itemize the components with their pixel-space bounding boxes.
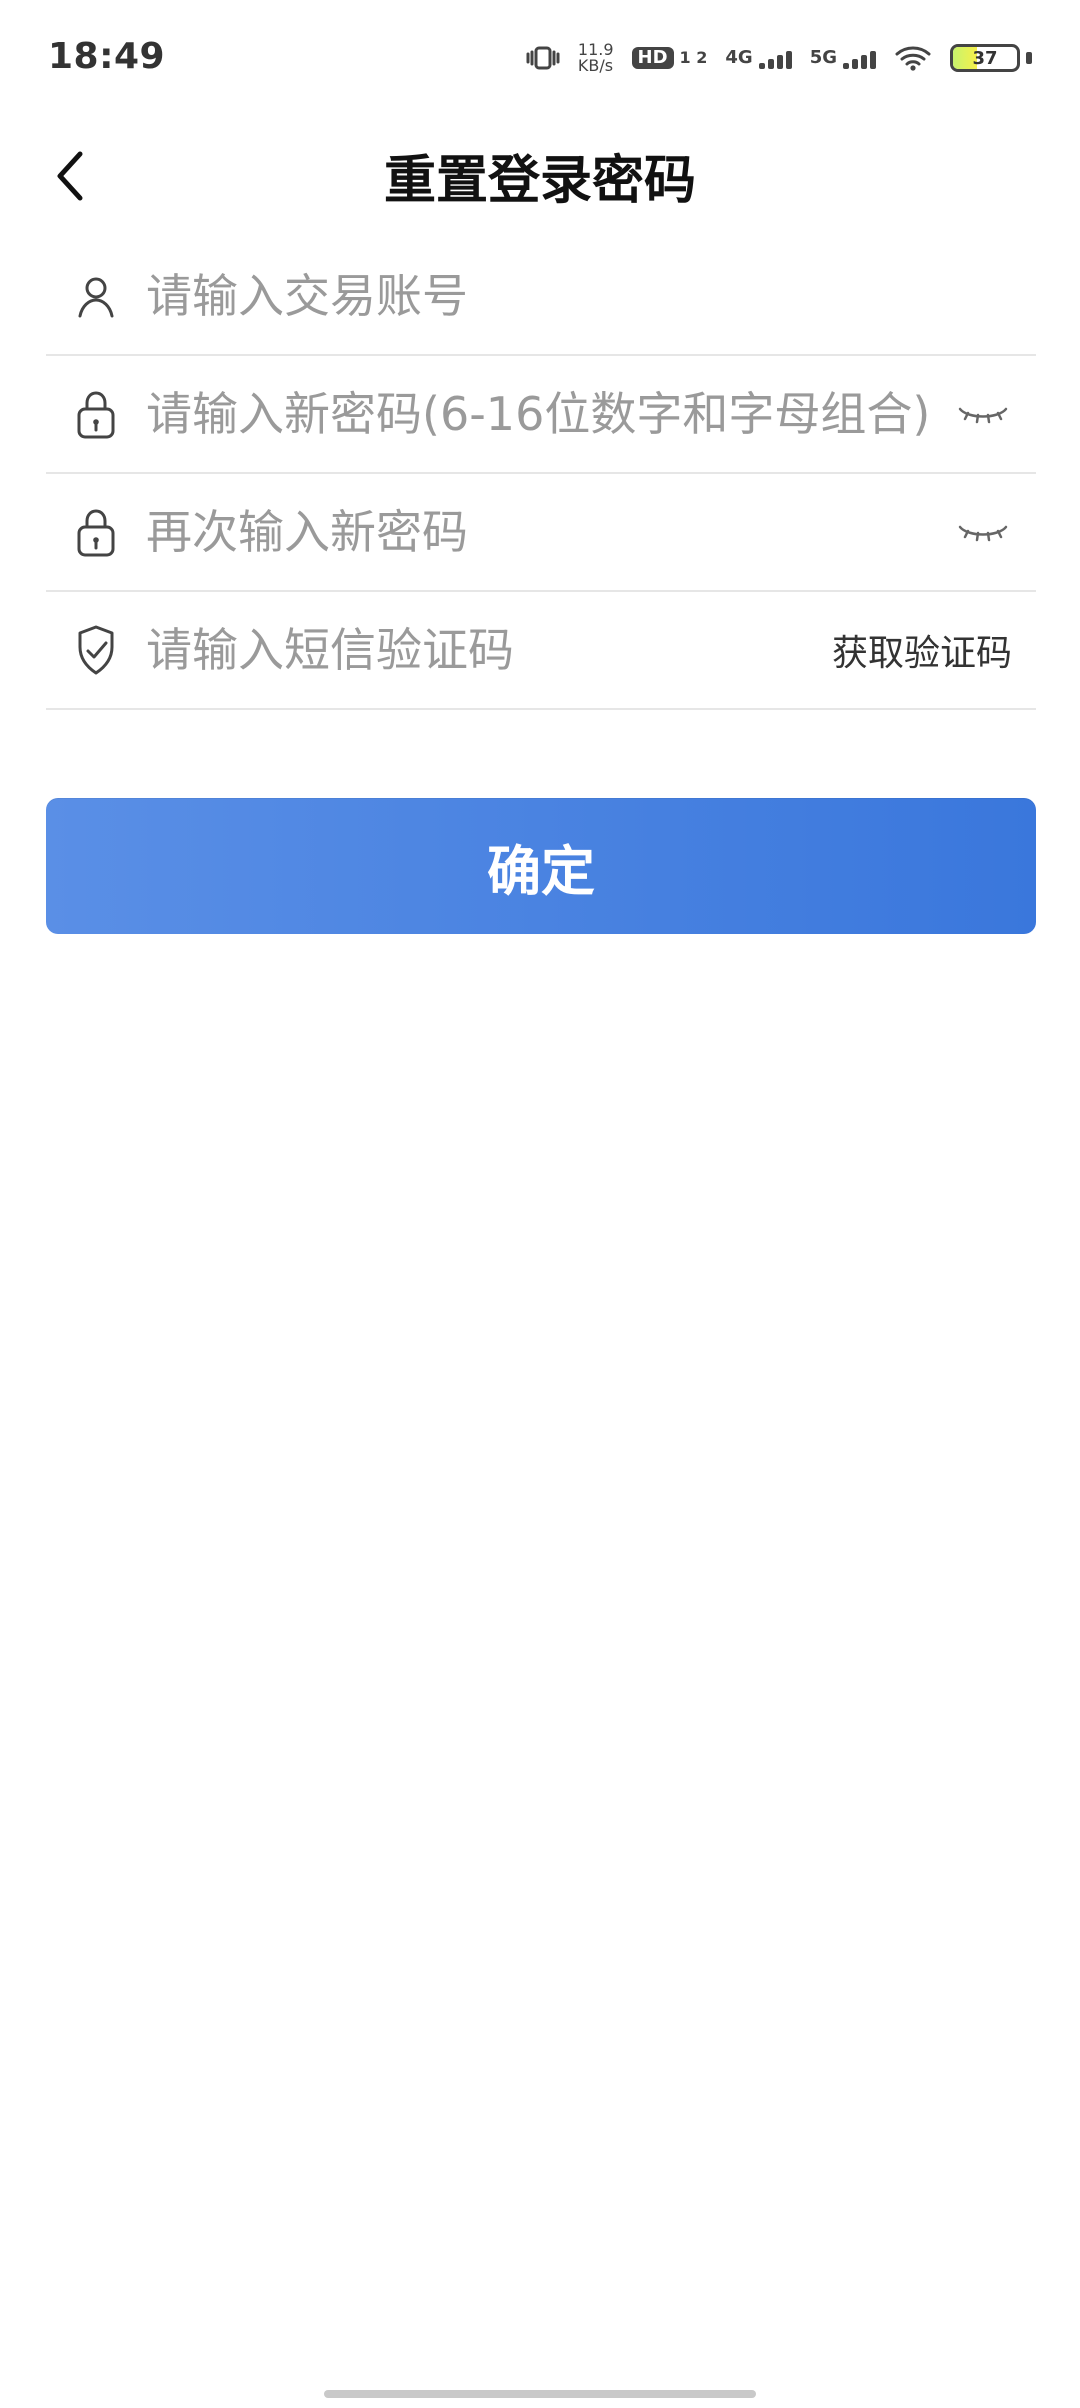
confirm-password-input[interactable]	[146, 505, 948, 559]
eye-closed-icon	[956, 517, 1010, 547]
battery: 37	[950, 44, 1032, 72]
new-password-field	[146, 356, 948, 472]
hd-icon: HD	[631, 47, 674, 69]
status-time: 18:49	[48, 36, 166, 77]
home-indicator[interactable]	[324, 2390, 756, 2398]
eye-closed-icon	[956, 399, 1010, 429]
reset-password-form: 获取验证码	[46, 238, 1036, 710]
user-icon	[64, 264, 128, 328]
confirm-password-field	[146, 474, 948, 590]
confirm-password-actions	[948, 474, 1036, 590]
sms-code-input[interactable]	[146, 623, 826, 677]
new-password-actions	[948, 356, 1036, 472]
signal-bars-icon-4g	[758, 47, 792, 69]
sms-code-row: 获取验证码	[46, 592, 1036, 710]
status-bar: 18:49 11.9 KB/s HD 1 2 4G 5G 37	[0, 0, 1080, 120]
vibrate-icon	[526, 44, 560, 72]
net-speed: 11.9 KB/s	[578, 42, 614, 74]
sms-code-field	[146, 592, 826, 708]
account-input[interactable]	[146, 269, 1036, 323]
sim-indicator: 1 2	[679, 48, 708, 67]
lock-icon	[64, 500, 128, 564]
network-5g-label: 5G	[809, 47, 837, 68]
battery-level: 37	[972, 47, 998, 69]
status-icons: 11.9 KB/s HD 1 2 4G 5G 37	[526, 36, 1032, 80]
account-row	[46, 238, 1036, 356]
lock-icon	[64, 382, 128, 446]
toggle-confirm-password-visibility-button[interactable]	[948, 502, 1018, 562]
account-field	[146, 238, 1036, 354]
get-sms-code-button[interactable]: 获取验证码	[826, 614, 1018, 686]
page-title: 重置登录密码	[383, 151, 696, 211]
toggle-new-password-visibility-button[interactable]	[948, 384, 1018, 444]
network-4g-label: 4G	[725, 47, 753, 68]
wifi-indicator	[894, 44, 932, 72]
confirm-button[interactable]: 确定	[46, 798, 1036, 934]
battery-icon: 37	[950, 44, 1020, 72]
hd-indicator: HD 1 2	[631, 47, 708, 69]
sms-code-actions: 获取验证码	[826, 592, 1036, 708]
wifi-icon	[894, 44, 932, 72]
network-4g: 4G	[725, 47, 792, 69]
signal-bars-icon-5g	[843, 47, 876, 69]
confirm-password-row	[46, 474, 1036, 592]
network-5g: 5G	[810, 47, 876, 69]
new-password-input[interactable]	[146, 387, 948, 441]
new-password-row	[46, 356, 1036, 474]
shield-check-icon	[64, 618, 128, 682]
battery-tip	[1026, 52, 1032, 64]
header: 重置登录密码	[0, 120, 1080, 230]
vibrate-indicator	[526, 44, 560, 72]
net-speed-unit: KB/s	[577, 56, 614, 75]
